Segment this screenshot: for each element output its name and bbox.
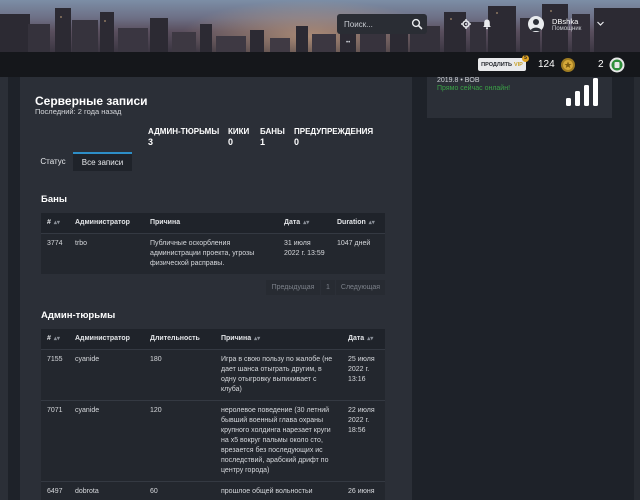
table-row: 6497 dobrota 60 прошлое общей вольностьи… xyxy=(41,480,385,500)
bans-title: Баны xyxy=(41,194,67,205)
ban-reason: Публичные оскорбления администрации прое… xyxy=(144,232,278,274)
gear-icon[interactable] xyxy=(460,18,472,30)
page-number[interactable]: 1 xyxy=(321,280,335,295)
stat-admin-jails: АДМИН-ТЮРЬМЫ 3 xyxy=(148,127,219,147)
stat-value: 3 xyxy=(148,137,154,147)
column-header-reason[interactable]: Причина ▴▾ xyxy=(215,329,342,349)
column-header-date[interactable]: Дата ▴▾ xyxy=(278,213,331,233)
ban-duration: 1047 дней xyxy=(331,232,385,274)
table-row: 7155 cyanide 180 Игра в свою пользу по ж… xyxy=(41,348,385,400)
page-title: Серверные записи xyxy=(35,94,148,108)
jail-id: 7155 xyxy=(41,348,69,400)
last-record-time: Последний: 2 года назад xyxy=(35,107,122,116)
jail-length: 60 xyxy=(144,480,215,500)
admin-jails-title: Админ-тюрьмы xyxy=(41,310,116,321)
tab-status[interactable]: Статус xyxy=(33,152,73,171)
medal-icon[interactable] xyxy=(559,56,577,74)
stat-label: БАНЫ xyxy=(260,127,285,136)
extend-vip-button[interactable]: ПРОДЛИТЬ VIP xyxy=(478,58,526,71)
jail-id: 6497 xyxy=(41,480,69,500)
table-row: 3774 trbo Публичные оскорбления админист… xyxy=(41,232,385,274)
stat-kicks: КИКИ 0 xyxy=(228,127,249,147)
table-row: 7071 cyanide 120 неролевое поведение (30… xyxy=(41,399,385,481)
vip-button-prefix: ПРОДЛИТЬ xyxy=(481,61,512,68)
tab-all-records[interactable]: Все записи xyxy=(73,152,132,171)
jail-admin: cyanide xyxy=(69,399,144,481)
online-widget-top: 2019.8 • BOB xyxy=(437,77,480,84)
left-rail xyxy=(0,77,8,500)
online-status: Прямо сейчас онлайн! xyxy=(437,85,511,92)
column-header-admin[interactable]: Администратор xyxy=(69,329,144,349)
column-header-id[interactable]: # ▴▾ xyxy=(41,213,69,233)
user-role: Помощник xyxy=(552,26,582,32)
stat-label: АДМИН-ТЮРЬМЫ xyxy=(148,127,220,136)
ban-date: 31 июля 2022 г. 13:59 xyxy=(278,232,331,274)
stat-warnings: ПРЕДУПРЕЖДЕНИЯ 0 xyxy=(294,127,373,147)
stat-bans: БАНЫ 1 xyxy=(260,127,285,147)
column-header-date[interactable]: Дата ▴▾ xyxy=(342,329,385,349)
scroll-indicator: •• xyxy=(346,40,351,46)
stat-label: КИКИ xyxy=(228,127,250,136)
column-header-length[interactable]: Длительность xyxy=(144,329,215,349)
search-input[interactable] xyxy=(337,19,407,29)
signal-bars-icon xyxy=(566,78,598,106)
stat-value: 0 xyxy=(294,137,300,147)
stat-value: 1 xyxy=(260,137,266,147)
header-banner xyxy=(0,0,640,52)
stat-label: ПРЕДУПРЕЖДЕНИЯ xyxy=(294,127,374,136)
column-header-admin[interactable]: Администратор xyxy=(69,213,144,233)
admin-jails-table: # ▴▾ Администратор Длительность Причина ▴▾… xyxy=(41,329,385,500)
jail-date: 22 июля 2022 г. 18:56 xyxy=(342,399,385,481)
shield-badge-icon[interactable] xyxy=(608,56,626,74)
ban-id: 3774 xyxy=(41,232,69,274)
jail-reason: прошлое общей вольностьи xyxy=(215,480,342,500)
jail-length: 180 xyxy=(144,348,215,400)
next-page-button[interactable]: Следующая xyxy=(336,280,385,295)
ban-admin: trbo xyxy=(69,232,144,274)
achievements-count: 2 xyxy=(598,59,604,70)
search-icon[interactable] xyxy=(411,18,423,30)
bell-icon[interactable] xyxy=(481,18,493,30)
avatar[interactable] xyxy=(528,16,544,32)
vip-button-word: VIP xyxy=(513,61,523,68)
previous-page-button[interactable]: Предыдущая xyxy=(266,280,320,295)
jail-admin: dobrota xyxy=(69,480,144,500)
column-header-reason[interactable]: Причина xyxy=(144,213,278,233)
jail-admin: cyanide xyxy=(69,348,144,400)
jail-length: 120 xyxy=(144,399,215,481)
column-header-id[interactable]: # ▴▾ xyxy=(41,329,69,349)
user-icon xyxy=(530,19,542,31)
reputation-count: 124 xyxy=(538,59,555,70)
user-name[interactable]: DBshka xyxy=(552,17,578,26)
chevron-down-icon[interactable] xyxy=(596,19,605,28)
jail-id: 7071 xyxy=(41,399,69,481)
vip-notification-badge: 5 xyxy=(522,55,529,62)
column-header-duration[interactable]: Duration ▴▾ xyxy=(331,213,385,233)
search-box[interactable] xyxy=(337,14,427,34)
jail-reason: неролевое поведение (30 летний бывший во… xyxy=(215,399,342,481)
jail-date: 26 июня xyxy=(342,480,385,500)
jail-date: 25 июля 2022 г. 13:16 xyxy=(342,348,385,400)
right-rail xyxy=(634,77,640,500)
bans-table: # ▴▾ Администратор Причина Дата ▴▾ Duratio… xyxy=(41,213,385,274)
stat-value: 0 xyxy=(228,137,234,147)
jail-reason: Игра в свою пользу по жалобе (не дает ша… xyxy=(215,348,342,400)
